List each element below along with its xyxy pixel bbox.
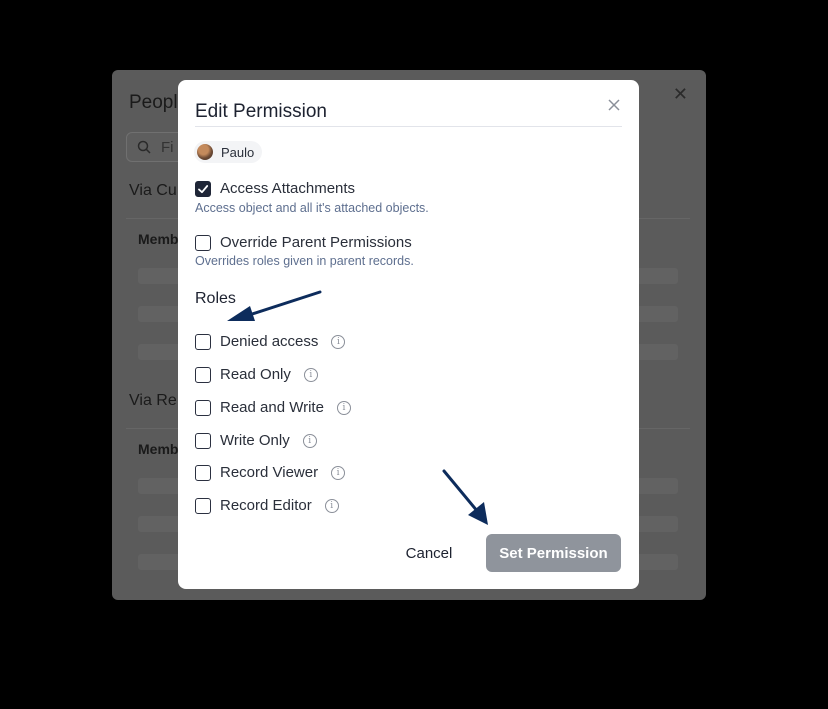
user-chip: Paulo [194, 141, 263, 163]
role-record-editor[interactable]: Record Editor i [195, 497, 339, 514]
access-attachments-checkbox[interactable] [195, 180, 211, 197]
background-section-custom: Via Cu [129, 182, 177, 199]
role-checkbox[interactable] [195, 432, 211, 449]
role-label: Read and Write [220, 399, 324, 416]
dialog-title: Edit Permission [195, 101, 327, 122]
role-checkbox[interactable] [195, 366, 211, 383]
role-label: Write Only [220, 432, 290, 449]
background-search-placeholder: Fi [161, 139, 174, 156]
override-parent-checkbox[interactable] [195, 234, 211, 251]
role-label: Record Viewer [220, 464, 319, 481]
info-icon[interactable]: i [324, 498, 339, 513]
background-section-related: Via Re [129, 392, 177, 409]
role-denied-access[interactable]: Denied access i [195, 333, 346, 350]
background-close-icon: ✕ [672, 84, 688, 104]
role-label: Read Only [220, 366, 291, 383]
role-label: Record Editor [220, 497, 312, 514]
title-divider [195, 126, 622, 127]
override-parent-description: Overrides roles given in parent records. [195, 254, 414, 268]
background-members-header: Memb [138, 441, 179, 457]
annotation-arrow-icon [442, 469, 488, 525]
info-icon[interactable]: i [303, 367, 318, 382]
override-parent-label: Override Parent Permissions [220, 234, 412, 251]
access-attachments-label: Access Attachments [220, 180, 356, 197]
background-panel-title: Peopl [129, 92, 178, 113]
info-icon[interactable]: i [331, 334, 346, 349]
search-icon [137, 140, 151, 154]
access-attachments-option[interactable]: Access Attachments [195, 180, 355, 197]
info-icon[interactable]: i [302, 433, 317, 448]
set-permission-button[interactable]: Set Permission [486, 534, 621, 572]
close-icon[interactable] [607, 98, 621, 112]
avatar [197, 144, 213, 160]
role-checkbox[interactable] [195, 464, 211, 481]
role-read-only[interactable]: Read Only i [195, 366, 318, 383]
info-icon[interactable]: i [331, 465, 346, 480]
edit-permission-dialog: Edit Permission Paulo Access Attachments… [178, 80, 639, 589]
annotation-arrow-icon [227, 290, 322, 321]
role-record-viewer[interactable]: Record Viewer i [195, 464, 346, 481]
role-checkbox[interactable] [195, 399, 211, 416]
info-icon[interactable]: i [336, 400, 351, 415]
role-write-only[interactable]: Write Only i [195, 432, 317, 449]
screen: Peopl ✕ Fi Via Cu Memb Via Re Memb Edit … [0, 0, 828, 709]
role-checkbox[interactable] [195, 497, 211, 514]
role-checkbox[interactable] [195, 333, 211, 350]
checkmark-icon [198, 184, 209, 193]
override-parent-option[interactable]: Override Parent Permissions [195, 234, 412, 251]
cancel-button[interactable]: Cancel [392, 534, 466, 572]
user-name: Paulo [221, 144, 255, 160]
background-members-header: Memb [138, 231, 179, 247]
role-label: Denied access [220, 333, 319, 350]
role-read-and-write[interactable]: Read and Write i [195, 399, 351, 416]
access-attachments-description: Access object and all it's attached obje… [195, 201, 429, 215]
